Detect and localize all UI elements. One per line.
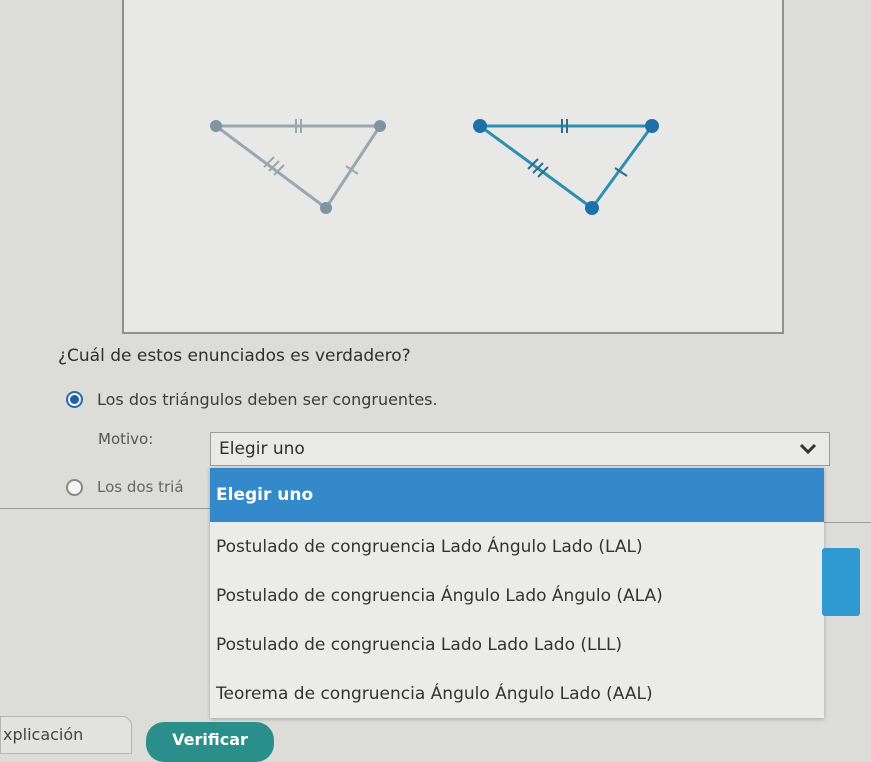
side-button[interactable] [822,548,860,616]
motivo-label: Motivo: [98,430,154,448]
figure-panel [122,0,784,334]
option-label: Los dos triángulos deben ser congruentes… [97,390,438,409]
motivo-select[interactable]: Elegir uno [210,432,830,466]
dropdown-option-lll[interactable]: Postulado de congruencia Lado Lado Lado … [210,620,824,669]
triangles-figure [210,119,659,215]
option-not-congruent[interactable]: Los dos triá [66,478,184,496]
dropdown-option-placeholder[interactable]: Elegir uno [210,468,824,522]
radio-selected-icon[interactable] [66,391,83,408]
option-congruent[interactable]: Los dos triángulos deben ser congruentes… [66,390,438,409]
chevron-down-icon [799,443,817,455]
motivo-selected-value: Elegir uno [219,439,305,459]
explanation-tab[interactable]: xplicación [0,716,132,754]
divider [0,508,212,509]
option-label: Los dos triá [97,478,184,496]
dropdown-option-lal[interactable]: Postulado de congruencia Lado Ángulo Lad… [210,522,824,571]
triangle-right [473,119,659,215]
divider [824,522,871,523]
radio-empty-icon[interactable] [66,478,83,496]
triangle-left [210,119,386,214]
motivo-dropdown-list: Elegir uno Postulado de congruencia Lado… [210,468,824,718]
question-text: ¿Cuál de estos enunciados es verdadero? [58,346,411,366]
dropdown-option-aal[interactable]: Teorema de congruencia Ángulo Ángulo Lad… [210,669,824,718]
verify-button[interactable]: Verificar [146,722,274,762]
dropdown-option-ala[interactable]: Postulado de congruencia Ángulo Lado Áng… [210,571,824,620]
